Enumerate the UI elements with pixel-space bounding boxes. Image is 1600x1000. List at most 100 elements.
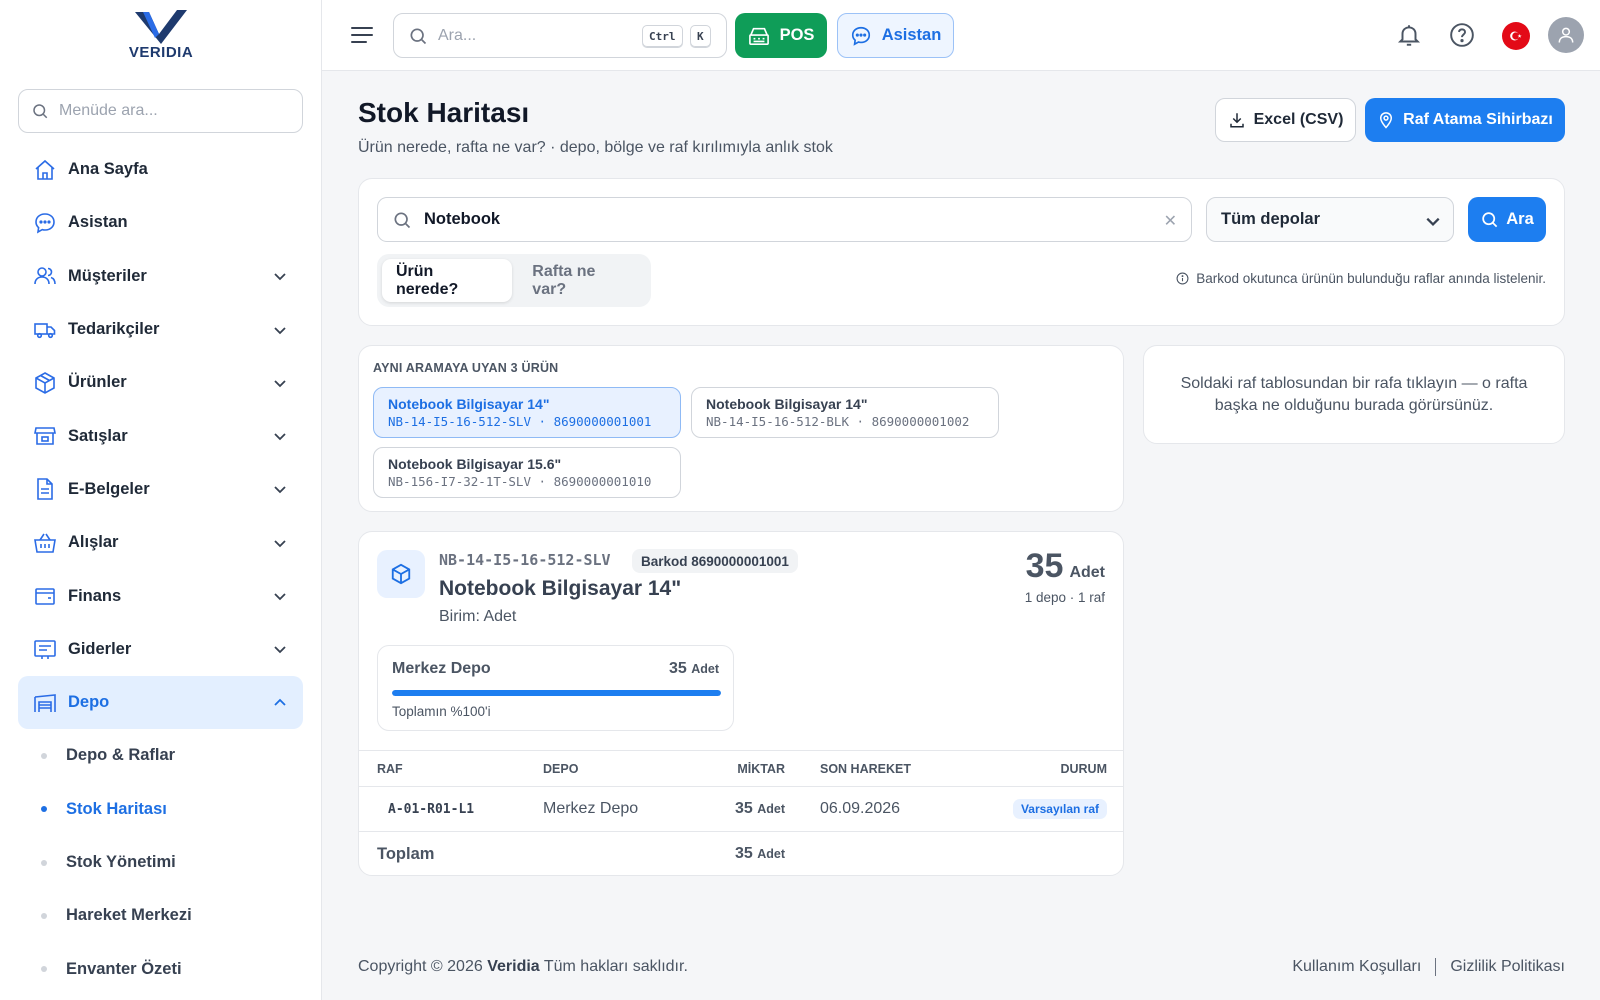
depot-stock-card[interactable]: Merkez Depo 35 Adet Toplamın %100'i [377, 645, 734, 731]
download-icon [1229, 113, 1244, 128]
chat-icon [32, 210, 58, 236]
bullet-dot [41, 912, 47, 919]
sidebar-subitem-stok-haritasi[interactable]: Stok Haritası [18, 783, 303, 836]
help-icon[interactable] [1449, 22, 1475, 48]
sidebar-subitem-stok-yonetimi[interactable]: Stok Yönetimi [18, 836, 303, 889]
global-search-placeholder: Ara... [438, 26, 477, 44]
user-avatar[interactable] [1548, 17, 1584, 53]
product-chip[interactable]: Notebook Bilgisayar 15.6" NB-156-I7-32-1… [373, 447, 681, 498]
total-quantity: 35 Adet [1026, 547, 1105, 586]
brand-name: VERIDIA [128, 44, 194, 61]
sidebar-subitem-hareket-merkezi[interactable]: Hareket Merkezi [18, 889, 303, 942]
sidebar-subitem-label: Stok Haritası [66, 799, 167, 818]
sidebar-item-depo[interactable]: Depo [18, 675, 303, 730]
sidebar-item-alislar[interactable]: Alışlar [18, 516, 303, 569]
shelf-table: RAF DEPO MİKTAR SON HAREKET DURUM A-01-R… [359, 750, 1123, 875]
product-chip[interactable]: Notebook Bilgisayar 14" NB-14-I5-16-512-… [373, 387, 681, 438]
total-row-quantity-value: 35 [734, 845, 753, 862]
sidebar-subitem-envanter-ozeti[interactable]: Envanter Özeti [18, 942, 303, 995]
home-icon [32, 157, 58, 183]
chevron-down-icon [274, 646, 286, 654]
pos-label: POS [779, 26, 815, 44]
chevron-down-icon [274, 326, 286, 334]
depot-name: Merkez Depo [392, 660, 491, 677]
row-quantity: 35 Adet [735, 800, 785, 818]
assistant-button[interactable]: Asistan [837, 13, 954, 58]
topbar: Ara... Ctrl K POS Asistan [322, 0, 1600, 71]
depot-select[interactable]: Tüm depolar [1206, 197, 1454, 242]
sidebar-item-label: Tedarikçiler [68, 320, 160, 339]
terms-link[interactable]: Kullanım Koşulları [1292, 958, 1421, 976]
box-icon [32, 370, 58, 396]
sidebar-item-label: Asistan [68, 213, 128, 232]
chevron-down-icon [274, 593, 286, 601]
total-row-quantity-unit: Adet [757, 847, 785, 861]
document-icon [32, 476, 58, 502]
sidebar-item-label: Müşteriler [68, 266, 147, 285]
table-footer: Toplam 35 Adet [359, 831, 1123, 875]
clear-icon[interactable]: ✕ [1164, 211, 1177, 231]
product-chip-code: NB-156-I7-32-1T-SLV · 8690000001010 [388, 474, 652, 489]
tab-urun-nerede[interactable]: Ürün nerede? [382, 259, 513, 302]
menu-search-input[interactable]: Menüde ara... [18, 89, 303, 133]
sidebar-item-label: Satışlar [68, 426, 128, 445]
crescent-star-icon [1510, 31, 1522, 41]
tab-rafta-ne-var[interactable]: Rafta ne var? [518, 259, 646, 302]
product-search-input[interactable]: Notebook ✕ [377, 197, 1192, 242]
truck-icon [32, 317, 58, 343]
depot-share-label: Toplamın %100'i [392, 704, 491, 719]
sidebar-item-asistan[interactable]: Asistan [18, 196, 303, 249]
privacy-link[interactable]: Gizlilik Politikası [1450, 958, 1565, 976]
product-chip-name: Notebook Bilgisayar 14" [388, 396, 550, 412]
user-icon [1558, 27, 1574, 43]
language-flag-icon[interactable] [1502, 22, 1530, 50]
sidebar-item-satislar[interactable]: Satışlar [18, 409, 303, 462]
column-header-son-hareket: SON HAREKET [820, 761, 911, 776]
search-button[interactable]: Ara [1468, 197, 1546, 242]
bullet-dot [41, 806, 47, 813]
shelf-code[interactable]: A-01-R01-L1 [388, 802, 474, 817]
global-search-input[interactable]: Ara... Ctrl K [393, 13, 727, 58]
bell-icon[interactable] [1396, 22, 1422, 48]
sidebar-item-tedarikciler[interactable]: Tedarikçiler [18, 303, 303, 356]
sidebar-subitem-depo-raflar[interactable]: Depo & Raflar [18, 729, 303, 782]
sidebar-item-label: Ürünler [68, 373, 127, 392]
depot-select-value: Tüm depolar [1221, 210, 1321, 228]
sidebar-item-ana-sayfa[interactable]: Ana Sayfa [18, 143, 303, 196]
row-depot: Merkez Depo [543, 800, 639, 817]
location-pin-icon [1380, 112, 1393, 129]
quantity-meta: 1 depo · 1 raf [1024, 590, 1105, 605]
copyright-suffix: Tüm hakları saklıdır. [543, 958, 688, 975]
shelf-wizard-button[interactable]: Raf Atama Sihirbazı [1365, 98, 1565, 142]
brand-logo[interactable]: VERIDIA [0, 8, 322, 68]
depot-quantity-value: 35 [668, 660, 687, 677]
chevron-down-icon [274, 380, 286, 388]
mode-toggle: Ürün nerede? Rafta ne var? [377, 254, 651, 307]
pos-button[interactable]: POS [735, 13, 827, 58]
sidebar-item-label: Ana Sayfa [68, 160, 148, 179]
total-quantity-value: 35 [1025, 547, 1064, 585]
sidebar-item-urunler[interactable]: Ürünler [18, 356, 303, 409]
sidebar-item-musteriler[interactable]: Müşteriler [18, 250, 303, 303]
wallet-icon [32, 583, 58, 609]
product-chip[interactable]: Notebook Bilgisayar 14" NB-14-I5-16-512-… [691, 387, 999, 438]
row-quantity-unit: Adet [757, 802, 785, 816]
chevron-up-icon [274, 698, 286, 706]
export-excel-button[interactable]: Excel (CSV) [1215, 98, 1356, 142]
search-icon [1482, 212, 1498, 228]
sidebar-item-giderler[interactable]: Giderler [18, 623, 303, 676]
copyright: Copyright © 2026 Veridia Tüm hakları sak… [358, 958, 688, 976]
product-name: Notebook Bilgisayar 14" [439, 577, 682, 600]
matching-products-title: AYNI ARAMAYA UYAN 3 ÜRÜN [373, 361, 559, 375]
sidebar-item-finans[interactable]: Finans [18, 569, 303, 622]
product-unit: Birim: Adet [439, 608, 517, 625]
product-chip-code: NB-14-I5-16-512-BLK · 8690000001002 [706, 414, 970, 429]
table-row[interactable]: A-01-R01-L1 Merkez Depo 35 Adet 06.09.20… [359, 786, 1123, 831]
sidebar-item-e-belgeler[interactable]: E-Belgeler [18, 463, 303, 516]
table-header: RAF DEPO MİKTAR SON HAREKET DURUM [359, 750, 1123, 786]
menu-toggle-icon[interactable] [350, 24, 374, 46]
bullet-dot [41, 966, 47, 973]
export-excel-label: Excel (CSV) [1253, 111, 1344, 128]
product-chip-code: NB-14-I5-16-512-SLV · 8690000001001 [388, 414, 652, 429]
sidebar-subitem-label: Envanter Özeti [66, 959, 182, 978]
